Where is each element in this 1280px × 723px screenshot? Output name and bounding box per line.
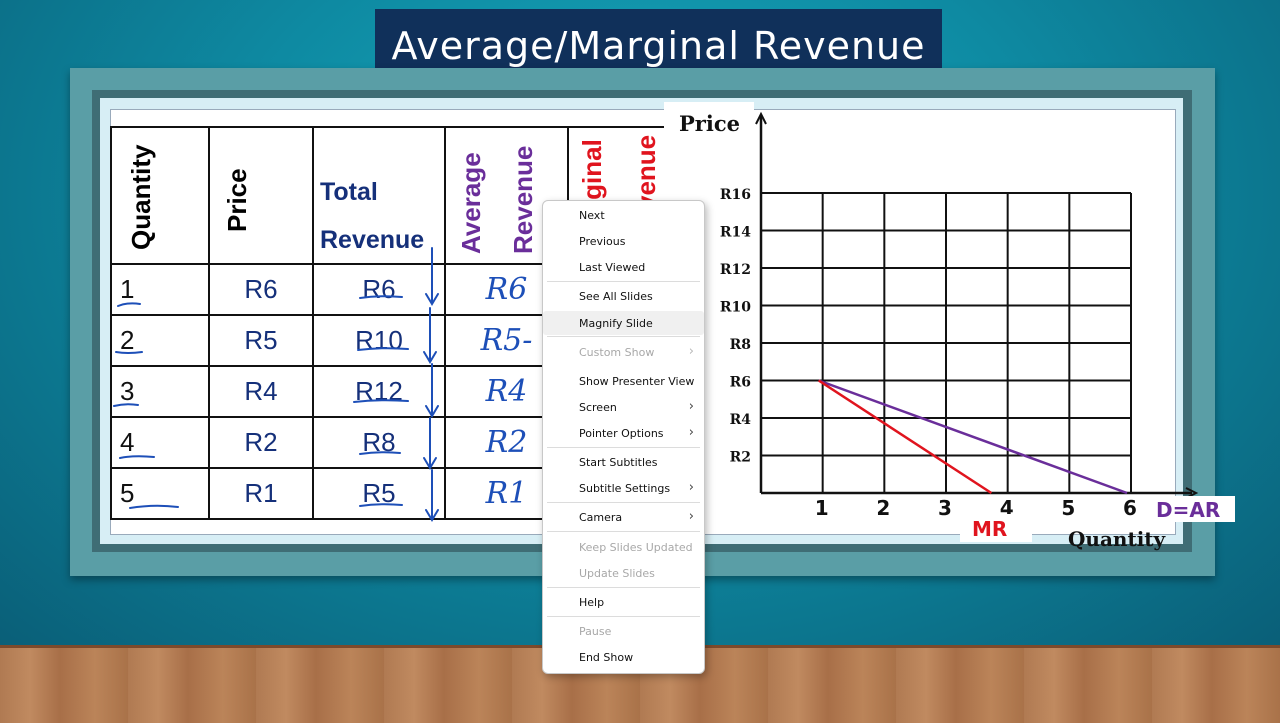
- menu-item-label: Start Subtitles: [579, 455, 658, 469]
- menu-item-label: Custom Show: [579, 345, 655, 359]
- ink-underline: [359, 503, 403, 507]
- menu-item-label: Show Presenter View: [579, 374, 695, 388]
- menu-separator: [547, 336, 700, 337]
- menu-item-custom-show: Custom Show ›: [543, 340, 704, 364]
- handwritten-annotations: [113, 247, 439, 522]
- menu-separator: [547, 587, 700, 588]
- menu-item-previous[interactable]: Previous: [543, 229, 704, 253]
- menu-item-show-presenter-view[interactable]: Show Presenter View: [543, 369, 704, 393]
- chevron-right-icon: ›: [688, 344, 694, 359]
- menu-item-update-slides: Update Slides: [543, 561, 704, 585]
- y-tick-label: R12: [720, 262, 751, 278]
- x-axis-label: Quantity: [1068, 527, 1167, 551]
- menu-item-start-subtitles[interactable]: Start Subtitles: [543, 450, 704, 474]
- series-label-mr: MR: [972, 517, 1007, 541]
- menu-item-see-all-slides[interactable]: See All Slides: [543, 284, 704, 308]
- series-line-mr: [817, 379, 993, 495]
- x-tick-label: 1: [815, 496, 829, 520]
- menu-separator: [547, 447, 700, 448]
- ink-arrow: [423, 307, 437, 364]
- menu-item-label: Update Slides: [579, 566, 655, 580]
- menu-item-label: Subtitle Settings: [579, 481, 671, 495]
- menu-separator: [547, 502, 700, 503]
- menu-item-subtitle-settings[interactable]: Subtitle Settings ›: [543, 476, 704, 500]
- menu-item-help[interactable]: Help: [543, 590, 704, 614]
- menu-item-pointer-options[interactable]: Pointer Options ›: [543, 421, 704, 445]
- y-tick-label: R16: [720, 187, 751, 203]
- menu-separator: [547, 616, 700, 617]
- menu-item-label: Previous: [579, 234, 626, 248]
- menu-item-label: Pointer Options: [579, 426, 664, 440]
- chevron-right-icon: ›: [688, 480, 694, 495]
- ink-underline: [359, 295, 403, 299]
- y-tick-label: R8: [730, 337, 751, 353]
- menu-item-label: Magnify Slide: [579, 316, 653, 330]
- y-axis-label: Price: [679, 111, 740, 136]
- ink-underline: [357, 347, 409, 351]
- header-quantity-label: Quantity: [126, 144, 156, 250]
- header-total-label-1: Total: [320, 178, 378, 206]
- header-marginal-label-2: venue: [631, 134, 661, 210]
- ink-underline: [129, 504, 179, 509]
- ink-arrow: [423, 417, 437, 470]
- x-tick-label: 5: [1061, 496, 1075, 520]
- menu-item-keep-slides-updated: Keep Slides Updated: [543, 535, 704, 559]
- menu-item-label: End Show: [579, 650, 634, 664]
- ink-arrow: [425, 363, 439, 418]
- series-line-dar: [818, 379, 1128, 495]
- chevron-right-icon: ›: [688, 509, 694, 524]
- ink-underline: [353, 399, 409, 403]
- ink-arrow: [425, 247, 439, 306]
- chevron-right-icon: ›: [688, 425, 694, 440]
- header-average-label-2: Revenue: [508, 145, 538, 254]
- header-price-label: Price: [222, 168, 252, 232]
- chart-grid: [760, 192, 1132, 494]
- menu-item-end-show[interactable]: End Show: [543, 645, 704, 669]
- chevron-right-icon: ›: [688, 399, 694, 414]
- series-label-dar: D=AR: [1156, 498, 1220, 522]
- ink-underline: [119, 455, 155, 459]
- x-tick-label: 6: [1123, 496, 1137, 520]
- menu-item-label: Screen: [579, 400, 617, 414]
- x-tick-label: 2: [876, 496, 890, 520]
- y-tick-label: R6: [730, 375, 751, 391]
- ink-underline: [115, 351, 143, 354]
- menu-item-last-viewed[interactable]: Last Viewed: [543, 255, 704, 279]
- revenue-chart: Price R2R4R6R8R10R12R14R16 123456 D=ARMR…: [664, 102, 1235, 551]
- menu-item-label: Pause: [579, 624, 612, 638]
- y-tick-label: R2: [730, 450, 751, 466]
- context-menu: Next Previous Last Viewed See All Slides Mag…: [542, 200, 705, 674]
- menu-item-label: See All Slides: [579, 289, 653, 303]
- ink-arrow: [425, 469, 439, 522]
- menu-item-pause: Pause: [543, 619, 704, 643]
- chart-series: [817, 379, 1128, 495]
- ink-underline: [359, 451, 401, 455]
- ink-underline: [113, 403, 139, 407]
- y-tick-label: R14: [720, 225, 751, 241]
- menu-item-label: Camera: [579, 510, 623, 524]
- menu-item-screen[interactable]: Screen ›: [543, 395, 704, 419]
- menu-item-camera[interactable]: Camera ›: [543, 505, 704, 529]
- menu-item-label: Help: [579, 595, 605, 609]
- menu-item-label: Next: [579, 208, 605, 222]
- y-tick-labels: R2 R4 R6 R8 R10 R12 R14 R16: [720, 187, 751, 466]
- menu-item-label: Last Viewed: [579, 260, 646, 274]
- y-tick-label: R10: [720, 300, 751, 316]
- menu-item-next[interactable]: Next: [543, 203, 704, 227]
- menu-item-magnify-slide[interactable]: Magnify Slide: [543, 311, 704, 335]
- menu-separator: [547, 281, 700, 282]
- menu-item-label: Keep Slides Updated: [579, 540, 693, 554]
- header-average-label-1: Average: [456, 152, 486, 254]
- slide-title: Average/Marginal Revenue: [391, 23, 926, 68]
- x-tick-label: 3: [938, 496, 952, 520]
- ink-underline: [117, 302, 141, 307]
- y-tick-label: R4: [730, 412, 752, 428]
- menu-separator: [547, 531, 700, 532]
